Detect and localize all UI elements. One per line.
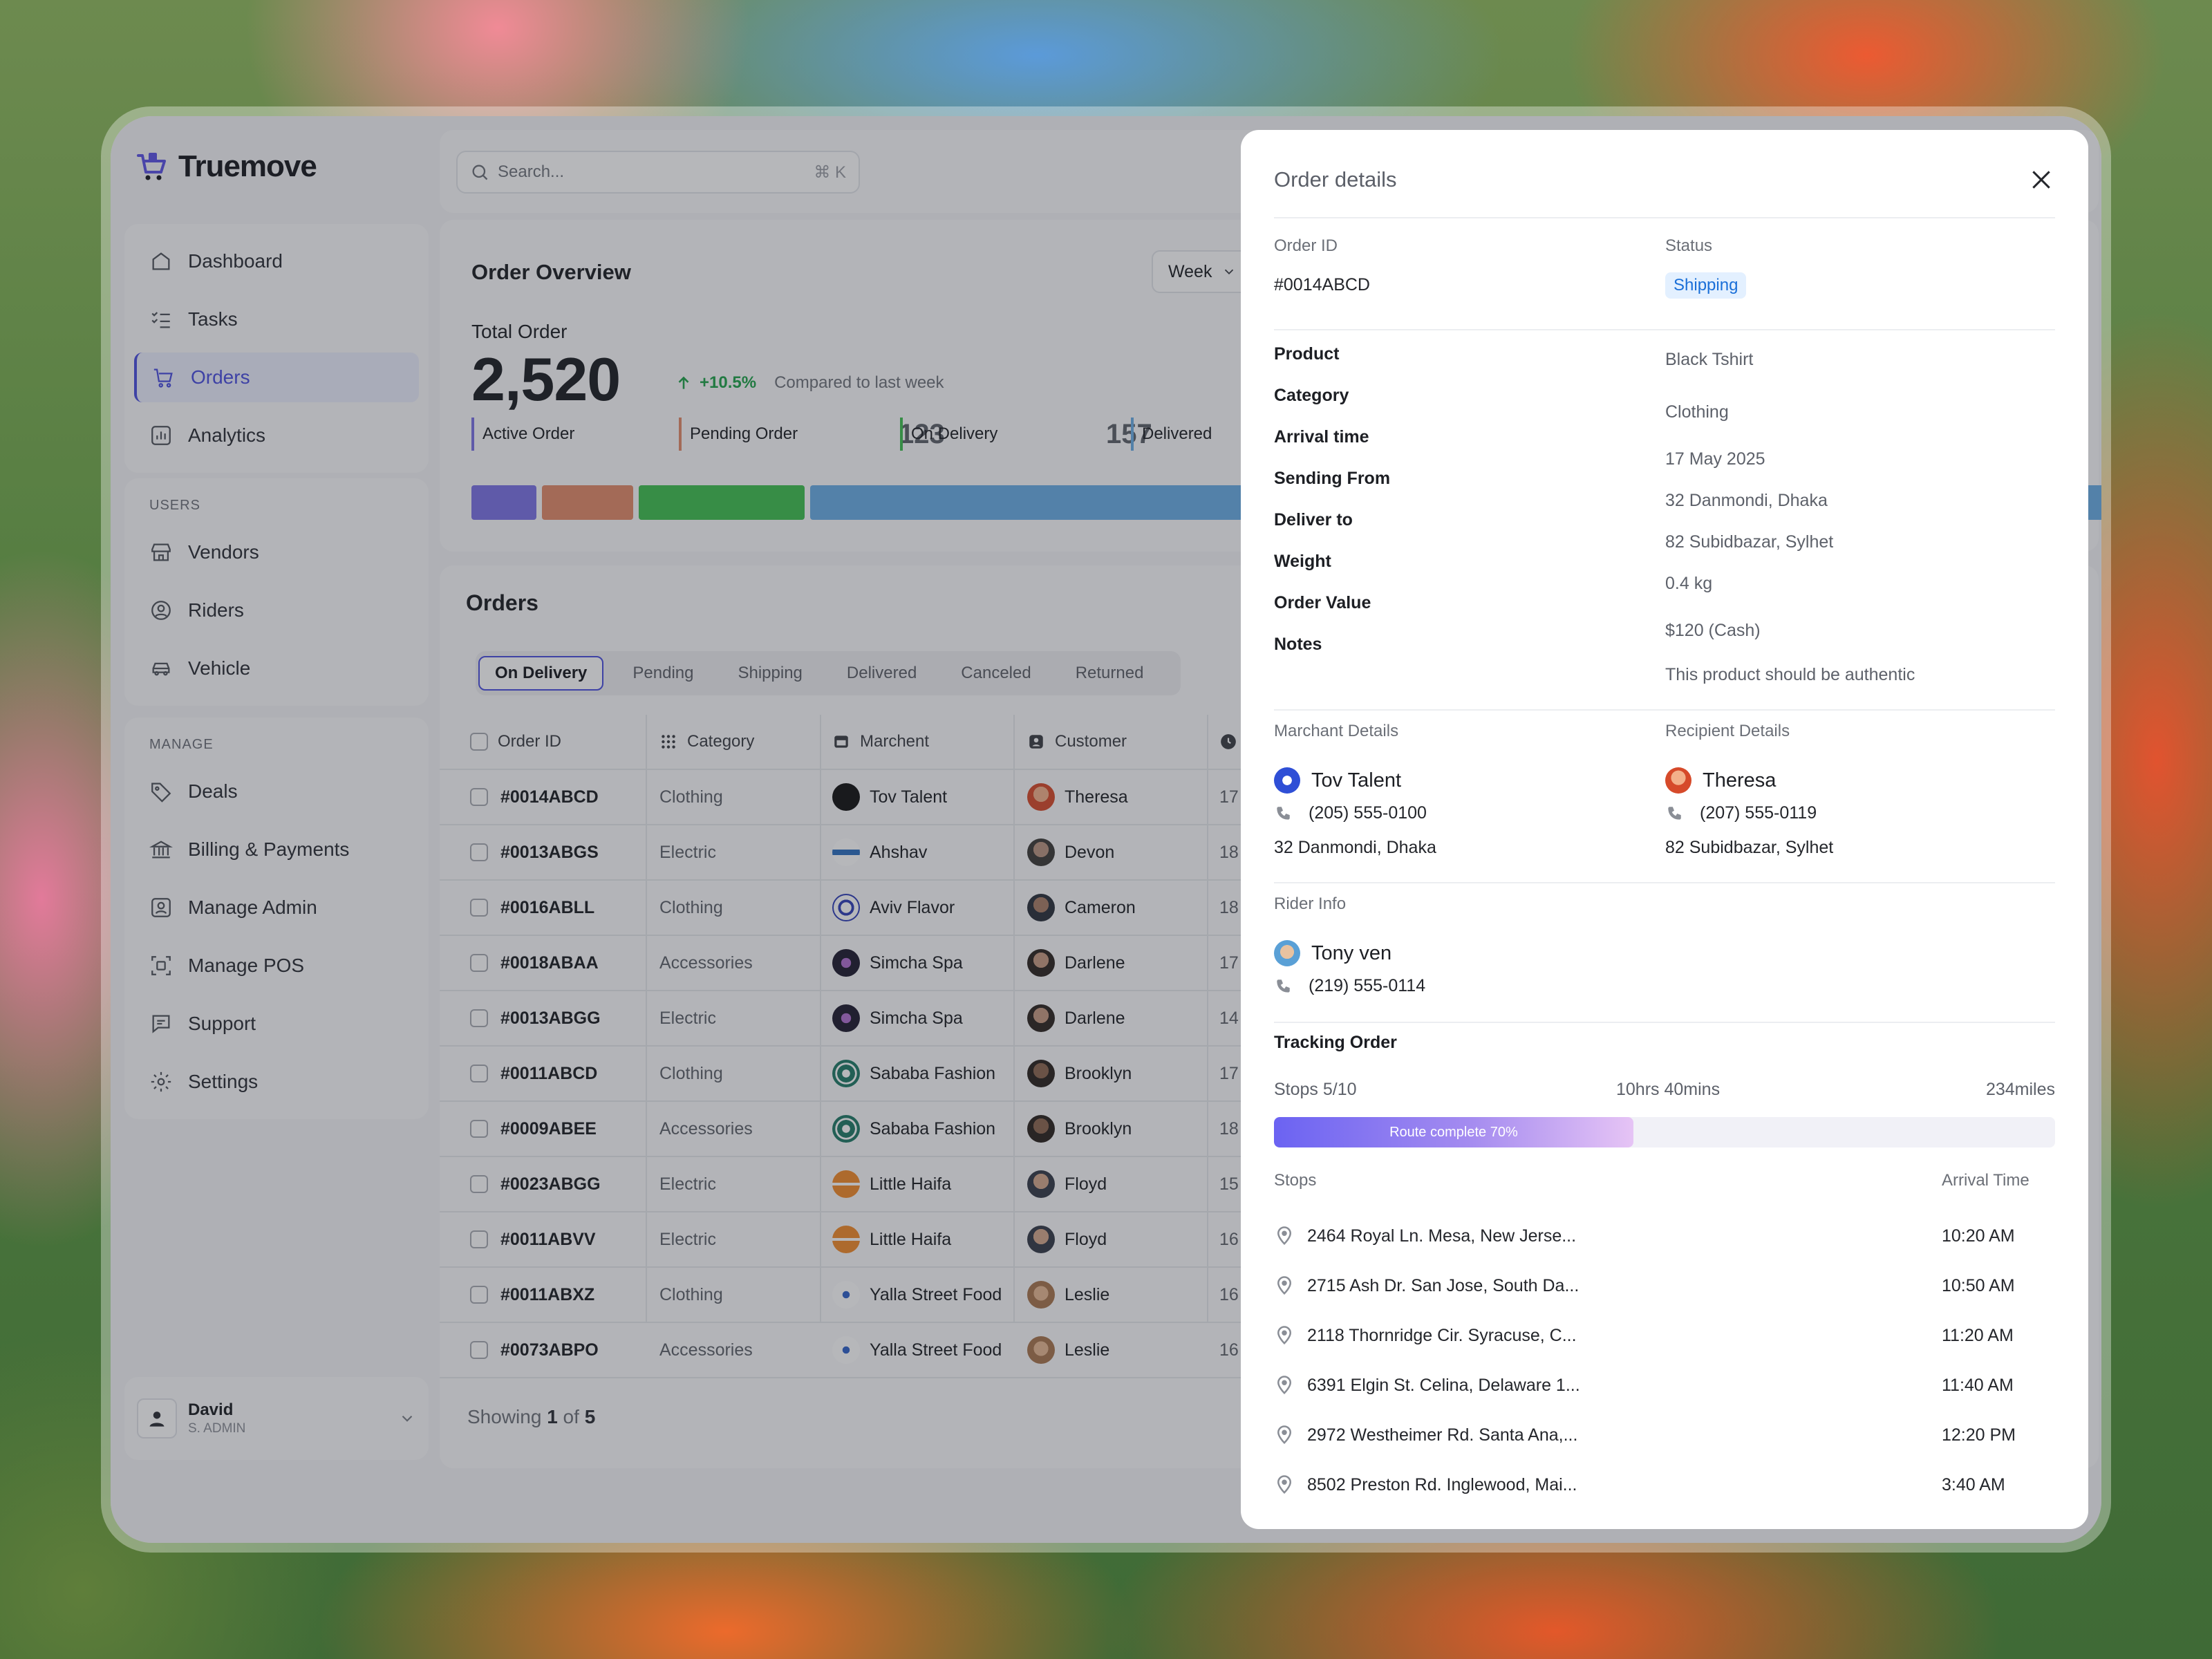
stop-time: 3:40 AM	[1942, 1474, 2005, 1494]
stop-address: 2972 Westheimer Rd. Santa Ana,...	[1307, 1425, 1578, 1445]
stop-item[interactable]: 2464 Royal Ln. Mesa, New Jerse... 10:20 …	[1274, 1222, 2055, 1250]
tracking-title: Tracking Order	[1274, 1033, 1397, 1052]
route-distance: 234miles	[1985, 1080, 2055, 1099]
field-value: Clothing	[1665, 402, 1729, 422]
merchant-address: 32 Danmondi, Dhaka	[1274, 838, 1436, 857]
route-progress: Route complete 70%	[1274, 1117, 2055, 1147]
merchant-details-label: Marchant Details	[1274, 722, 1399, 740]
divider	[1274, 709, 2055, 711]
route-duration: 10hrs 40mins	[1616, 1080, 1721, 1099]
stop-time: 11:40 AM	[1942, 1375, 2014, 1395]
location-pin-icon	[1277, 1276, 1292, 1295]
recipient-name: Theresa	[1665, 767, 1776, 794]
rider-phone[interactable]: (219) 555-0114	[1274, 976, 1425, 996]
recipient-phone[interactable]: (207) 555-0119	[1665, 803, 1817, 823]
location-pin-icon	[1277, 1475, 1292, 1494]
rider-name-text: Tony ven	[1311, 941, 1392, 964]
rider-info-label: Rider Info	[1274, 894, 1347, 913]
phone-icon	[1277, 979, 1290, 993]
stop-time: 12:20 PM	[1942, 1425, 2016, 1445]
field-value: 0.4 kg	[1665, 574, 1713, 593]
status-badge: Shipping	[1665, 272, 1747, 299]
stop-item[interactable]: 2118 Thornridge Cir. Syracuse, C... 11:2…	[1274, 1322, 2055, 1349]
stop-time: 10:20 AM	[1942, 1226, 2015, 1246]
field-key: Order Value	[1274, 593, 1371, 612]
stop-address: 2118 Thornridge Cir. Syracuse, C...	[1307, 1325, 1577, 1345]
location-pin-icon	[1277, 1376, 1292, 1395]
location-pin-icon	[1277, 1226, 1292, 1246]
stop-item[interactable]: 6391 Elgin St. Celina, Delaware 1... 11:…	[1274, 1371, 2055, 1399]
rider-avatar	[1274, 940, 1300, 966]
divider	[1274, 329, 2055, 330]
field-value: $120 (Cash)	[1665, 621, 1761, 640]
recipient-avatar	[1665, 767, 1691, 794]
arrival-heading: Arrival Time	[1942, 1171, 2030, 1190]
stop-time: 11:20 AM	[1942, 1325, 2014, 1345]
field-key: Sending From	[1274, 469, 1391, 488]
recipient-phone-text: (207) 555-0119	[1700, 803, 1817, 823]
field-key: Product	[1274, 344, 1340, 364]
merchant-name: Tov Talent	[1274, 767, 1401, 794]
merchant-phone[interactable]: (205) 555-0100	[1274, 803, 1427, 823]
field-key: Weight	[1274, 552, 1331, 571]
divider	[1274, 1022, 2055, 1023]
order-details-panel: Order details Order ID #0014ABCD Status …	[1241, 130, 2088, 1529]
stop-time: 10:50 AM	[1942, 1275, 2015, 1295]
merchant-logo	[1274, 767, 1300, 794]
order-id-value: #0014ABCD	[1274, 275, 1370, 294]
close-icon[interactable]	[2027, 166, 2055, 194]
stop-address: 2464 Royal Ln. Mesa, New Jerse...	[1307, 1226, 1577, 1246]
merchant-name-text: Tov Talent	[1311, 769, 1402, 791]
location-pin-icon	[1277, 1326, 1292, 1345]
recipient-name-text: Theresa	[1703, 769, 1777, 791]
stops-count: Stops 5/10	[1274, 1080, 1357, 1099]
order-id-label: Order ID	[1274, 236, 1338, 255]
stops-heading: Stops	[1274, 1171, 1317, 1190]
status-label: Status	[1665, 236, 1713, 255]
field-value: 17 May 2025	[1665, 449, 1765, 469]
rider-name: Tony ven	[1274, 940, 1391, 966]
rider-phone-text: (219) 555-0114	[1309, 976, 1426, 995]
progress-label: Route complete 70%	[1389, 1124, 1518, 1140]
divider	[1274, 882, 2055, 883]
field-value: Black Tshirt	[1665, 350, 1754, 369]
route-progress-fill: Route complete 70%	[1274, 1117, 1633, 1147]
panel-title: Order details	[1274, 167, 1397, 191]
stop-address: 8502 Preston Rd. Inglewood, Mai...	[1307, 1474, 1577, 1494]
location-pin-icon	[1277, 1425, 1292, 1445]
recipient-details-label: Recipient Details	[1665, 722, 1790, 740]
stop-item[interactable]: 2715 Ash Dr. San Jose, South Da... 10:50…	[1274, 1272, 2055, 1300]
phone-icon	[1668, 806, 1681, 820]
stop-address: 2715 Ash Dr. San Jose, South Da...	[1307, 1275, 1580, 1295]
field-value: 32 Danmondi, Dhaka	[1665, 491, 1828, 510]
stop-item[interactable]: 2972 Westheimer Rd. Santa Ana,... 12:20 …	[1274, 1421, 2055, 1449]
phone-icon	[1277, 806, 1290, 820]
divider	[1274, 217, 2055, 218]
field-key: Notes	[1274, 635, 1322, 654]
field-value: 82 Subidbazar, Sylhet	[1665, 532, 1834, 552]
field-key: Category	[1274, 386, 1349, 405]
field-key: Arrival time	[1274, 427, 1369, 447]
field-value: This product should be authentic	[1665, 665, 1915, 684]
stop-address: 6391 Elgin St. Celina, Delaware 1...	[1307, 1375, 1580, 1395]
stop-item[interactable]: 8502 Preston Rd. Inglewood, Mai... 3:40 …	[1274, 1471, 2055, 1499]
field-key: Deliver to	[1274, 510, 1353, 529]
recipient-address: 82 Subidbazar, Sylhet	[1665, 838, 1834, 857]
merchant-phone-text: (205) 555-0100	[1309, 803, 1427, 823]
